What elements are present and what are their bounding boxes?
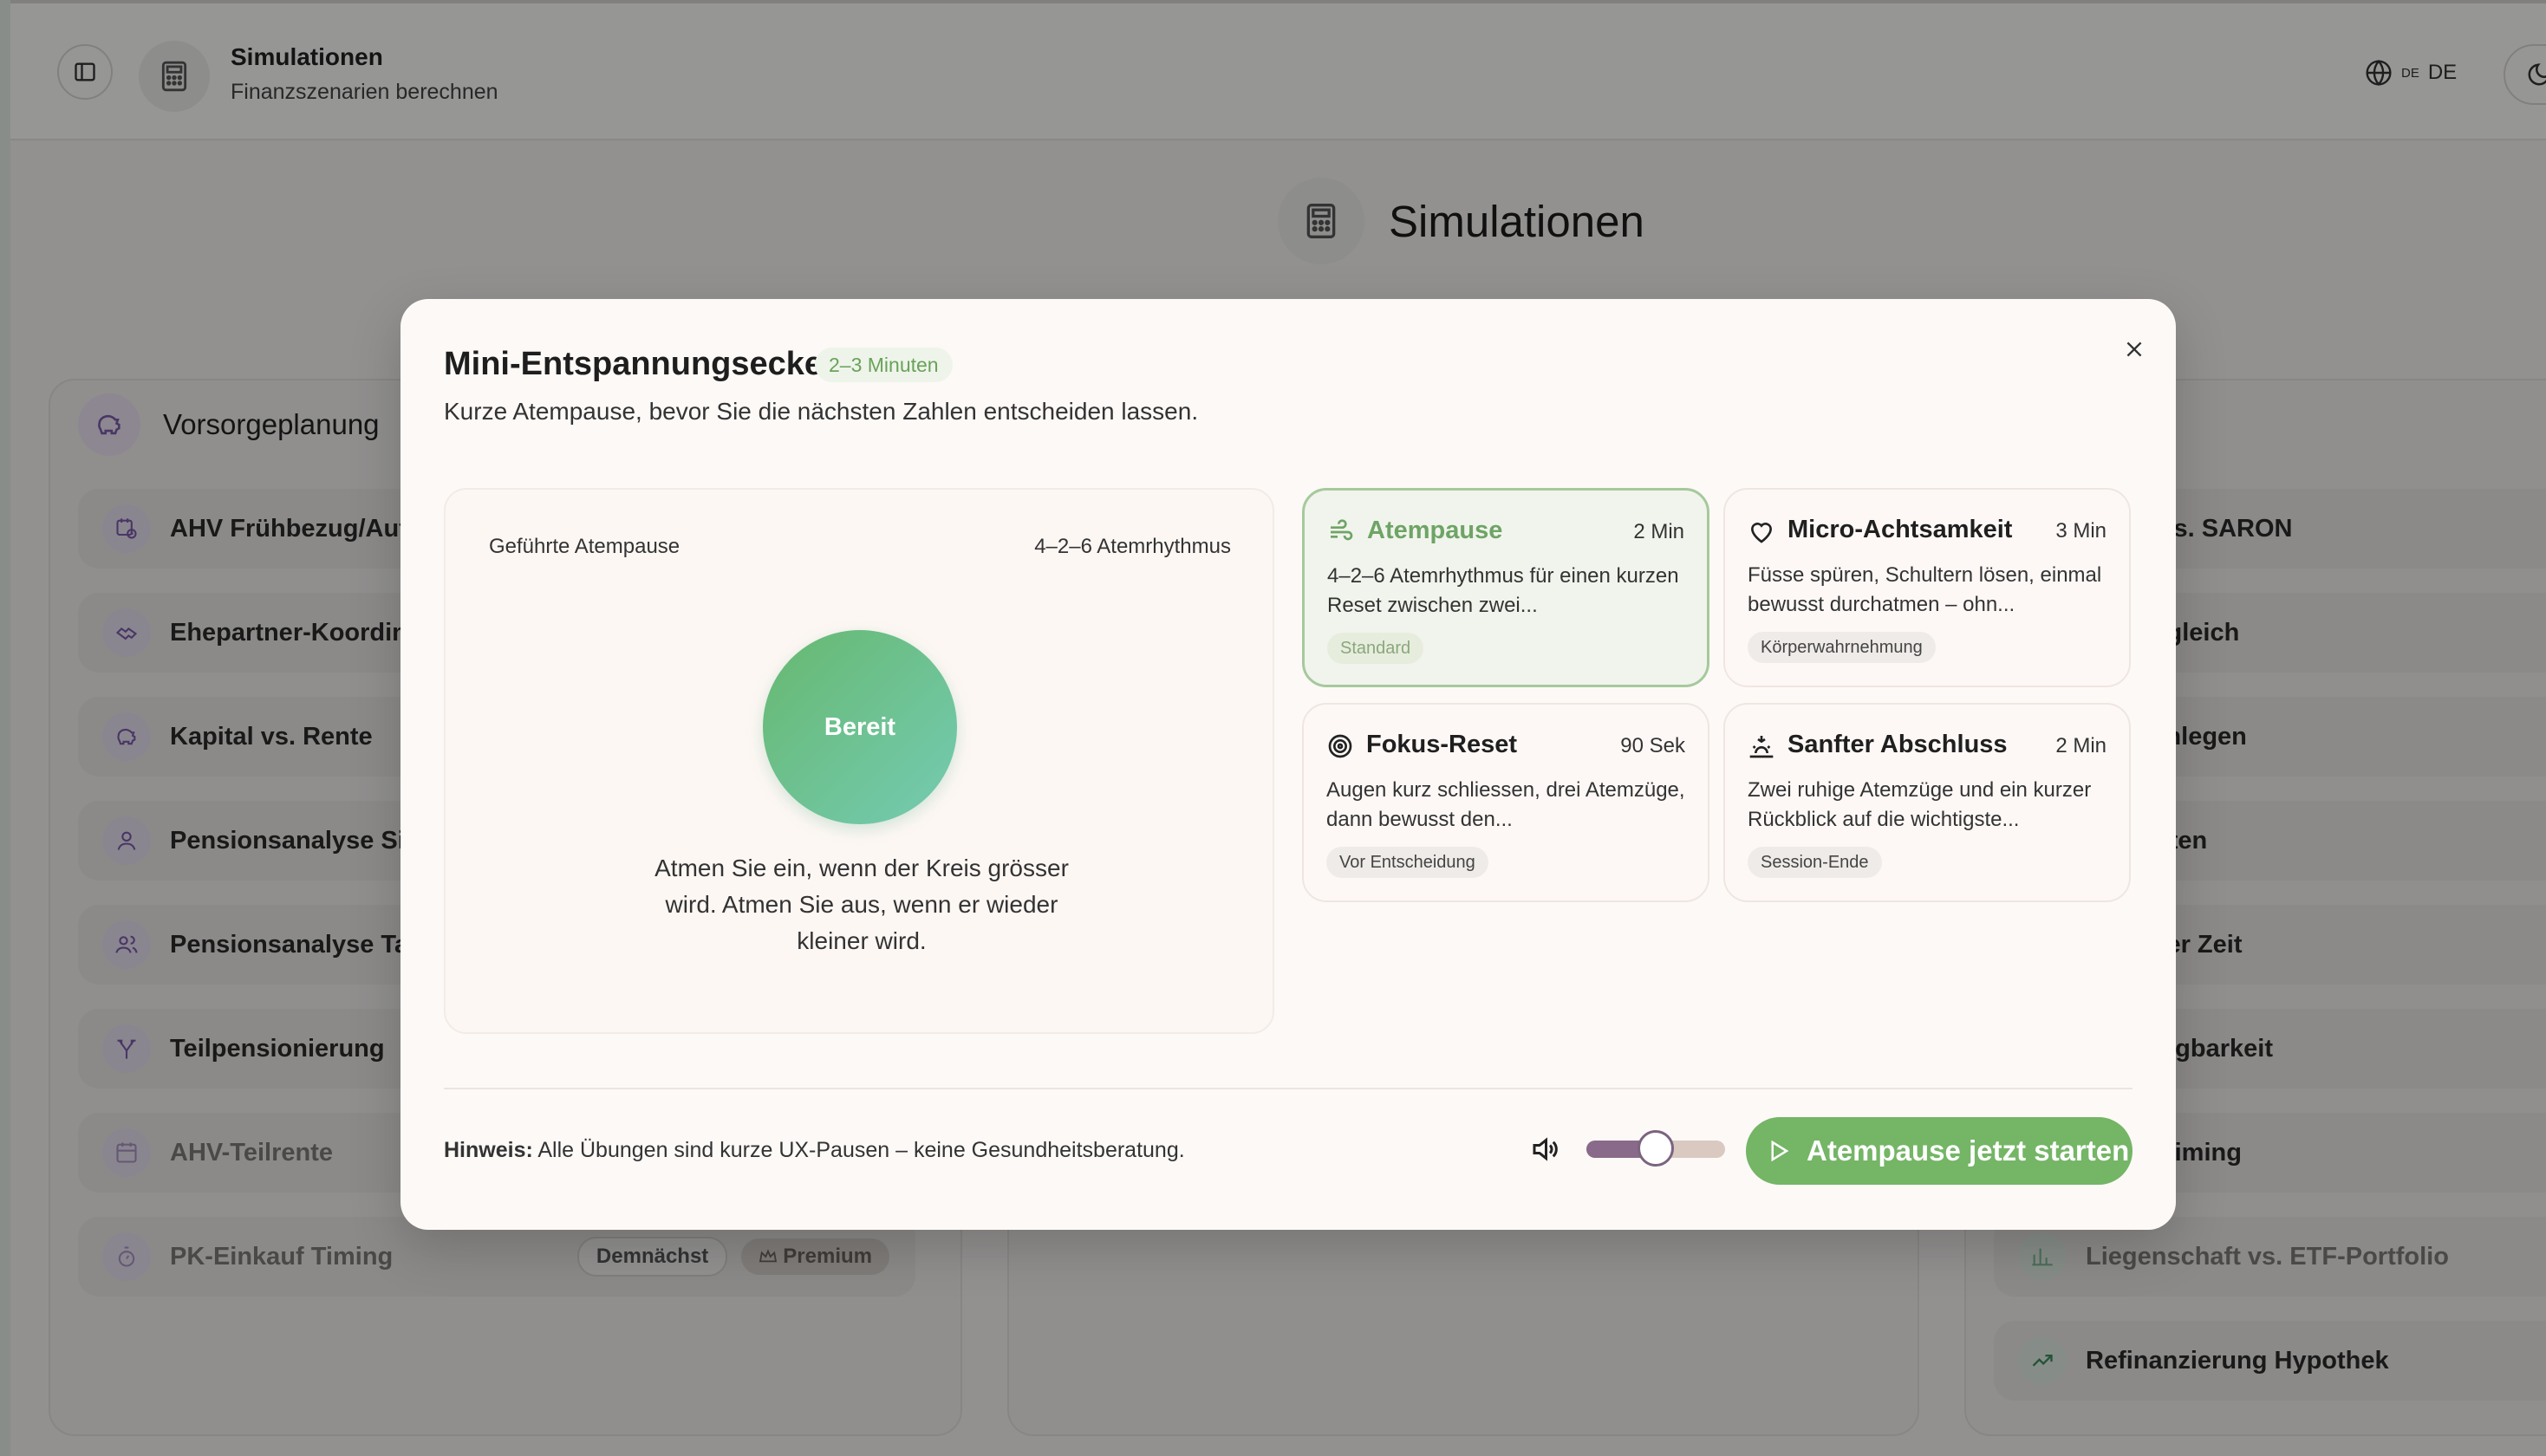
breathing-rhythm: 4–2–6 Atemrhythmus: [1034, 535, 1231, 558]
exercise-title: Atempause: [1367, 517, 1503, 544]
play-icon: [1765, 1138, 1791, 1164]
exercise-card-sanfter-abschluss[interactable]: Sanfter Abschluss 2 Min Zwei ruhige Atem…: [1723, 703, 2131, 902]
disclaimer-note: Hinweis: Alle Übungen sind kurze UX-Paus…: [444, 1138, 1185, 1163]
note-text: Alle Übungen sind kurze UX-Pausen – kein…: [537, 1138, 1185, 1162]
exercise-tag: Standard: [1327, 633, 1424, 664]
exercise-description: Zwei ruhige Atemzüge und ein kurzer Rück…: [1748, 778, 2092, 831]
modal-divider: [444, 1088, 2133, 1089]
exercise-tag: Körperwahrnehmung: [1748, 632, 1936, 663]
exercise-duration: 3 Min: [2055, 519, 2106, 543]
exercise-description: Augen kurz schliessen, drei Atemzüge, da…: [1326, 778, 1685, 831]
exercise-duration: 2 Min: [1633, 520, 1684, 543]
exercise-card-atempause[interactable]: Atempause 2 Min 4–2–6 Atemrhythmus für e…: [1302, 488, 1709, 687]
volume-slider-thumb[interactable]: [1638, 1130, 1674, 1167]
close-icon: [2126, 341, 2142, 357]
duration-badge: 2–3 Minuten: [815, 348, 953, 382]
exercise-title: Micro-Achtsamkeit: [1787, 516, 2013, 543]
modal-subtitle: Kurze Atempause, bevor Sie die nächsten …: [444, 398, 1199, 425]
close-button[interactable]: [2115, 330, 2153, 368]
volume-slider[interactable]: [1586, 1130, 1725, 1167]
breathing-circle: Bereit: [763, 630, 957, 824]
relaxation-modal: Mini-Entspannungsecke 2–3 Minuten Kurze …: [400, 299, 2176, 1230]
start-breathing-button[interactable]: Atempause jetzt starten: [1746, 1117, 2133, 1185]
exercise-duration: 90 Sek: [1620, 734, 1685, 757]
exercise-tag: Session-Ende: [1748, 847, 1882, 878]
exercise-tag: Vor Entscheidung: [1326, 847, 1488, 878]
exercise-title: Fokus-Reset: [1366, 731, 1518, 758]
wind-icon: [1327, 518, 1355, 546]
modal-title: Mini-Entspannungsecke: [444, 346, 824, 382]
breathing-label: Geführte Atempause: [489, 535, 680, 558]
breathing-instruction: Atmen Sie ein, wenn der Kreis grösser wi…: [654, 855, 1069, 954]
start-button-label: Atempause jetzt starten: [1807, 1134, 2130, 1167]
breathing-panel: Geführte Atempause 4–2–6 Atemrhythmus Be…: [444, 488, 1274, 1034]
exercise-title: Sanfter Abschluss: [1787, 731, 2008, 758]
breathing-circle-label: Bereit: [824, 712, 896, 741]
target-icon: [1326, 732, 1354, 760]
exercise-card-micro-achtsamkeit[interactable]: Micro-Achtsamkeit 3 Min Füsse spüren, Sc…: [1723, 488, 2131, 687]
note-label: Hinweis:: [444, 1138, 533, 1162]
exercise-description: 4–2–6 Atemrhythmus für einen kurzen Rese…: [1327, 564, 1679, 617]
exercise-duration: 2 Min: [2055, 734, 2106, 757]
speaker-icon[interactable]: [1529, 1134, 1560, 1165]
exercise-card-fokus-reset[interactable]: Fokus-Reset 90 Sek Augen kurz schliessen…: [1302, 703, 1709, 902]
heart-icon: [1748, 517, 1775, 545]
sunset-icon: [1748, 732, 1775, 760]
exercise-description: Füsse spüren, Schultern lösen, einmal be…: [1748, 563, 2102, 616]
